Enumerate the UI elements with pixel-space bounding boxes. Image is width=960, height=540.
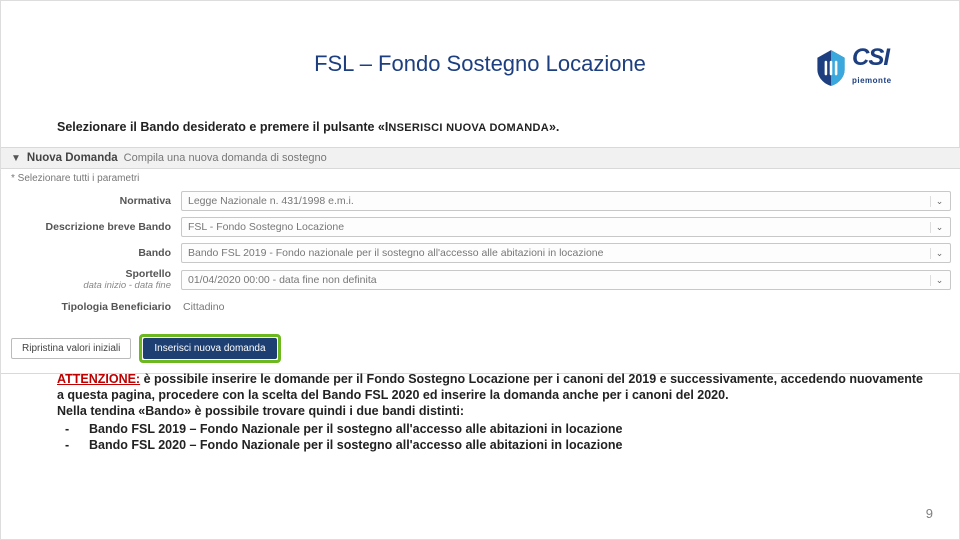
chevron-down-icon: ⌄ — [930, 248, 944, 259]
logo-subtext: piemonte — [852, 76, 892, 85]
label-descrizione: Descrizione breve Bando — [11, 221, 181, 233]
form-panel: ▼ Nuova Domanda Compila una nuova domand… — [1, 147, 960, 374]
highlight-box: Inserisci nuova domanda — [139, 334, 280, 363]
value-tipologia: Cittadino — [181, 297, 951, 317]
collapse-icon[interactable]: ▼ — [11, 153, 21, 164]
select-sportello[interactable]: 01/04/2020 00:00 - data fine non definit… — [181, 270, 951, 290]
logo: CSI piemonte — [814, 45, 924, 91]
mandatory-note: * Selezionare tutti i parametri — [1, 169, 960, 188]
panel-header[interactable]: ▼ Nuova Domanda Compila una nuova domand… — [1, 148, 960, 169]
chevron-down-icon: ⌄ — [930, 196, 944, 207]
logo-icon — [814, 48, 848, 88]
reset-button[interactable]: Ripristina valori iniziali — [11, 338, 131, 359]
chevron-down-icon: ⌄ — [930, 222, 944, 233]
panel-title: Nuova Domanda — [27, 152, 118, 164]
panel-subtitle: Compila una nuova domanda di sostegno — [124, 152, 327, 164]
label-sportello: Sportello data inizio - data fine — [11, 269, 181, 291]
chevron-down-icon: ⌄ — [930, 275, 944, 286]
select-normativa[interactable]: Legge Nazionale n. 431/1998 e.m.i.⌄ — [181, 191, 951, 211]
attention-block: ATTENZIONE: è possibile inserire le doma… — [57, 371, 929, 453]
attention-item: Bando FSL 2020 – Fondo Nazionale per il … — [57, 437, 929, 453]
submit-button[interactable]: Inserisci nuova domanda — [143, 338, 276, 359]
page-number: 9 — [926, 506, 933, 521]
label-normativa: Normativa — [11, 195, 181, 207]
attention-item: Bando FSL 2019 – Fondo Nazionale per il … — [57, 421, 929, 437]
attention-label: ATTENZIONE: — [57, 372, 140, 386]
label-bando: Bando — [11, 247, 181, 259]
logo-text: CSI — [852, 44, 889, 71]
select-bando[interactable]: Bando FSL 2019 - Fondo nazionale per il … — [181, 243, 951, 263]
instruction-text: Selezionare il Bando desiderato e premer… — [57, 120, 559, 134]
select-descrizione[interactable]: FSL - Fondo Sostegno Locazione⌄ — [181, 217, 951, 237]
label-tipologia: Tipologia Beneficiario — [11, 301, 181, 313]
